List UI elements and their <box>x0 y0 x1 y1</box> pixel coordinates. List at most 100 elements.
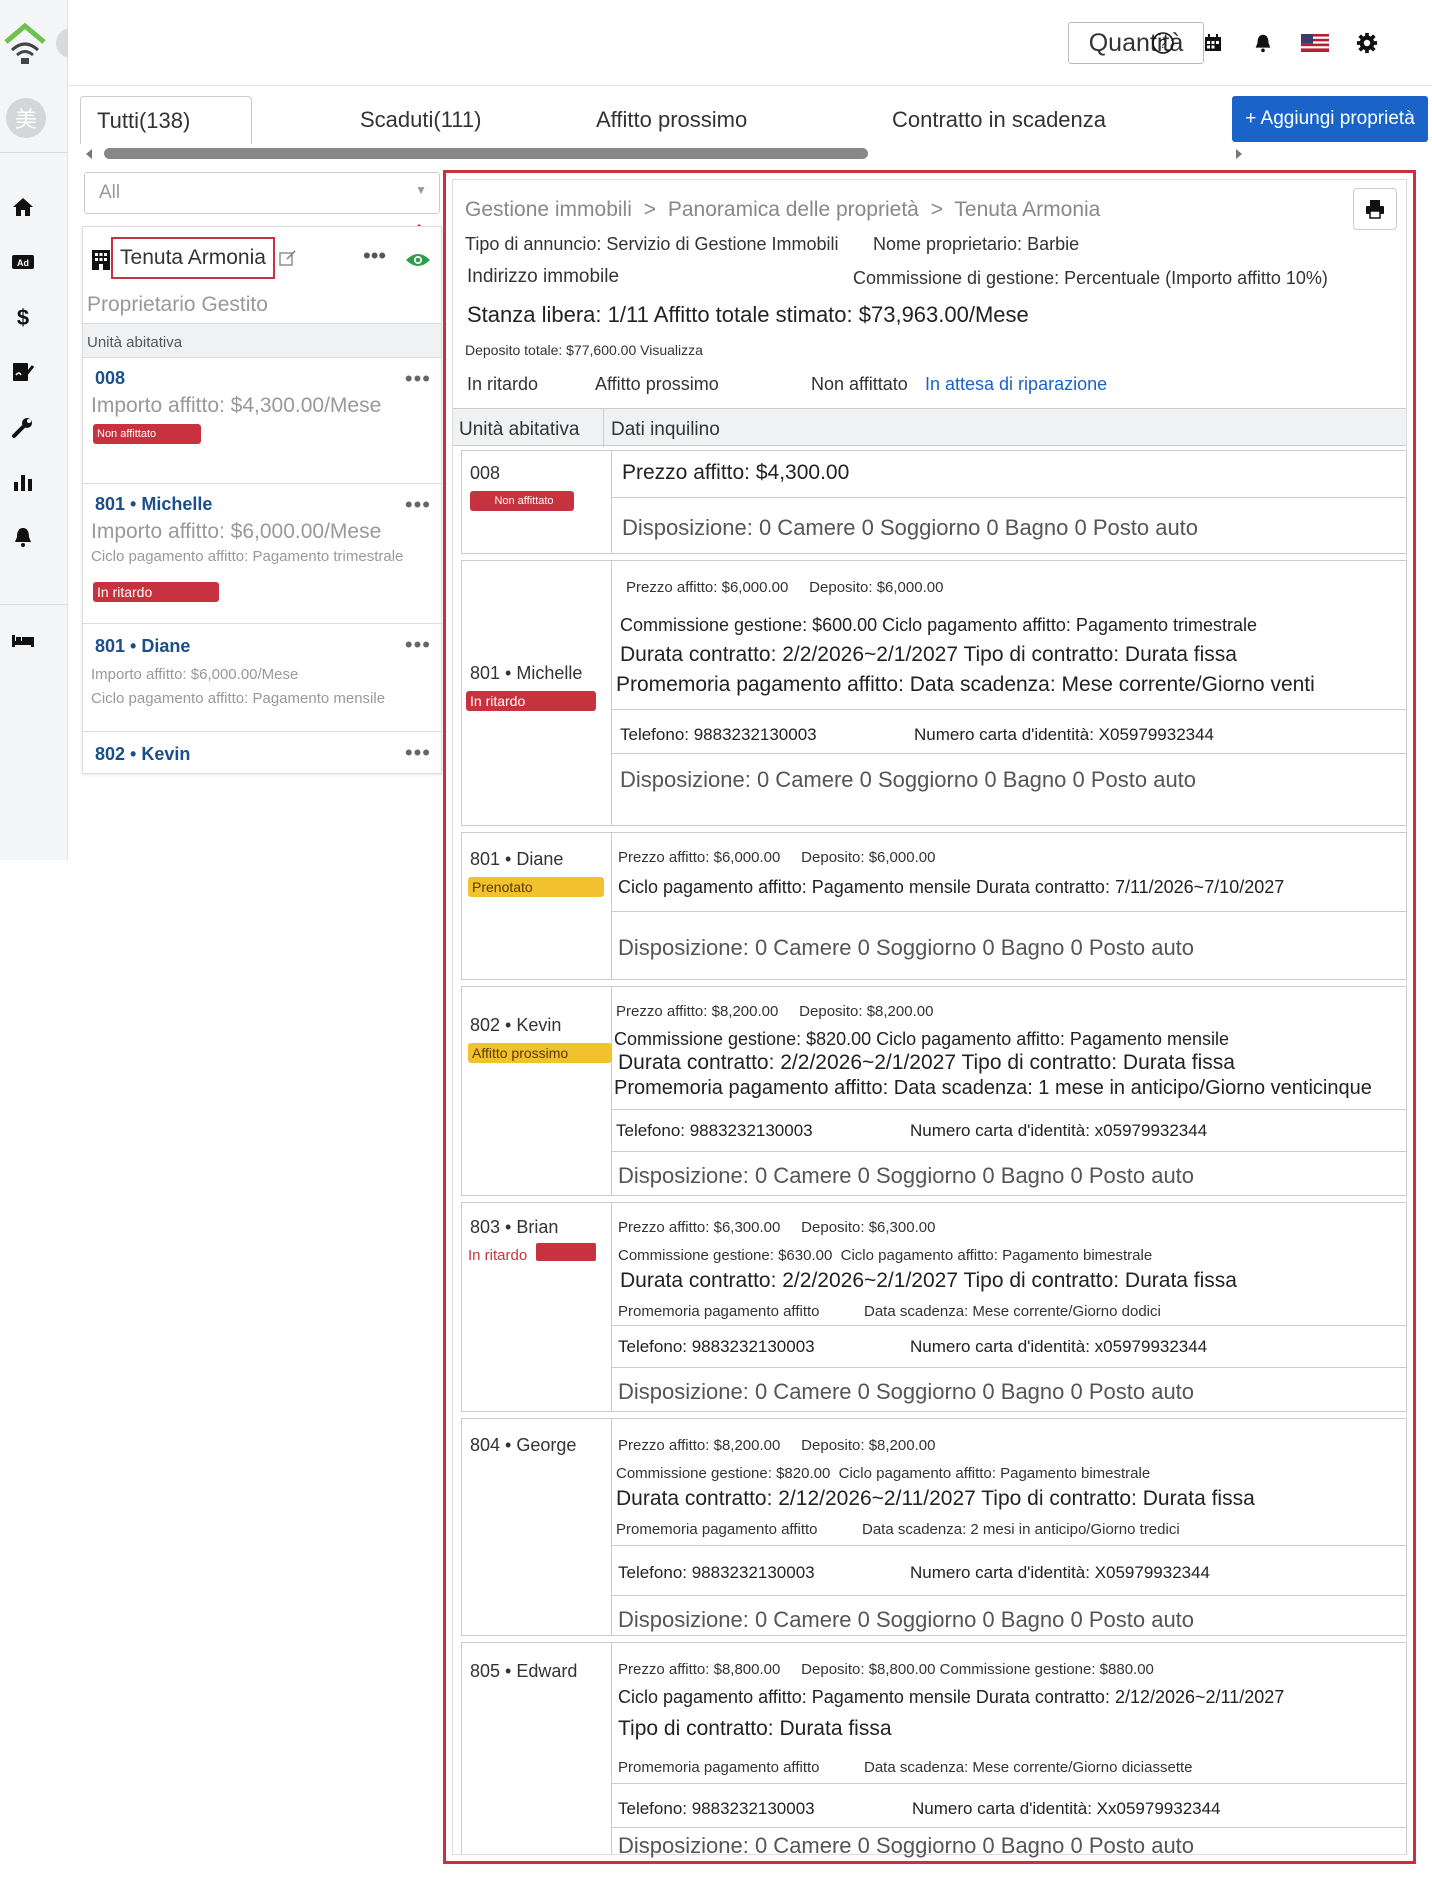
tab-overdue[interactable]: Scaduti(111) <box>360 96 481 144</box>
rent-deposit: Prezzo affitto: $6,300.00 Deposito: $6,3… <box>618 1219 936 1236</box>
contract-duration: Durata contratto: 2/2/2026~2/1/2027 Tipo… <box>618 1051 1235 1074</box>
settings-gear-icon[interactable] <box>1352 28 1382 58</box>
contract-duration: Durata contratto: 2/12/2026~2/11/2027 Ti… <box>616 1487 1255 1510</box>
list-item[interactable]: 802 • Kevin ••• <box>83 731 441 775</box>
horizontal-scrollbar[interactable] <box>84 148 1248 160</box>
calendar-icon[interactable] <box>1198 28 1228 58</box>
dollar-icon[interactable]: $ <box>6 300 40 334</box>
add-property-button[interactable]: + Aggiungi proprietà <box>1232 96 1428 142</box>
filter-not-rented[interactable]: Non affittato <box>811 374 908 395</box>
unit-layout: Disposizione: 0 Camere 0 Soggiorno 0 Bag… <box>618 1379 1195 1404</box>
more-dots-icon[interactable]: ••• <box>405 740 431 766</box>
rent-reminder-due: Data scadenza: Mese corrente/Giorno dodi… <box>864 1303 1161 1320</box>
tab-bar: Tutti(138) Scaduti(111) Affitto prossimo… <box>80 96 1432 146</box>
ad-icon[interactable]: Ad <box>6 245 40 279</box>
status-badge: Non affittato <box>93 424 201 444</box>
tenant-id-number: Numero carta d'identità: Xx05979932344 <box>912 1799 1221 1818</box>
status-badge: In ritardo <box>466 691 596 711</box>
contract-duration: Durata contratto: 2/2/2026~2/1/2027 Tipo… <box>620 643 1237 666</box>
tab-all[interactable]: Tutti(138) <box>80 96 252 144</box>
table-row[interactable]: 805 • Edward Prezzo affitto: $8,800.00 D… <box>461 1642 1407 1858</box>
table-row[interactable]: 802 • Kevin Affitto prossimo Prezzo affi… <box>461 986 1407 1196</box>
tenant-id-number: Numero carta d'identità: X05979932344 <box>910 1563 1211 1582</box>
chart-icon[interactable] <box>6 465 40 499</box>
notification-bell-icon[interactable] <box>1248 28 1278 58</box>
sidebar: › 美 Ad $ <box>0 0 86 860</box>
units-section-label: Unità abitativa <box>83 323 441 357</box>
property-filter-select[interactable]: All ▼ <box>84 172 440 214</box>
table-row[interactable]: 801 • Michelle In ritardo Prezzo affitto… <box>461 560 1407 826</box>
wrench-icon[interactable] <box>6 410 40 444</box>
unit-layout: Disposizione: 0 Camere 0 Soggiorno 0 Bag… <box>622 515 1199 540</box>
breadcrumb-item: Tenuta Armonia <box>954 198 1101 221</box>
unit-name: 801 • Michelle <box>470 663 583 683</box>
eye-icon[interactable] <box>405 251 431 269</box>
rent-deposit: Prezzo affitto: $6,000.00 Deposito: $6,0… <box>626 579 944 596</box>
commission-cycle: Commissione gestione: $630.00 Ciclo paga… <box>618 1247 1153 1264</box>
breadcrumb-item[interactable]: Panoramica delle proprietà <box>668 198 919 221</box>
unit-name: 008 <box>470 463 501 483</box>
home-icon[interactable] <box>6 190 40 224</box>
svg-text:?: ? <box>1159 36 1166 51</box>
commission-cycle: Commissione gestione: $820.00 Ciclo paga… <box>614 1029 1230 1049</box>
rent-reminder-due: Data scadenza: 2 mesi in anticipo/Giorno… <box>862 1521 1180 1538</box>
table-row[interactable]: 008 Non affittato Prezzo affitto: $4,300… <box>461 450 1407 554</box>
rent-deposit: Prezzo affitto: $6,000.00 Deposito: $6,0… <box>618 849 936 866</box>
rent-reminder-label: Promemoria pagamento affitto <box>618 1303 820 1320</box>
unit-cycle: Ciclo pagamento affitto: Pagamento mensi… <box>91 690 386 707</box>
more-dots-icon[interactable]: ••• <box>363 243 386 269</box>
list-item[interactable]: 008 ••• Importo affitto: $4,300.00/Mese … <box>83 357 441 483</box>
table-row[interactable]: 803 • Brian In ritardo Prezzo affitto: $… <box>461 1202 1407 1412</box>
filter-overdue[interactable]: In ritardo <box>467 374 538 395</box>
scroll-thumb[interactable] <box>104 148 868 159</box>
edit-icon[interactable] <box>279 249 297 267</box>
property-name[interactable]: Tenuta Armonia <box>111 237 275 279</box>
list-item[interactable]: 801 • Diane ••• Importo affitto: $6,000.… <box>83 623 441 731</box>
tenant-phone: Telefono: 9883232130003 <box>618 1563 815 1582</box>
rent-reminder-due: Data scadenza: Mese corrente/Giorno dici… <box>864 1759 1193 1776</box>
table-row[interactable]: 804 • George Prezzo affitto: $8,200.00 D… <box>461 1418 1407 1636</box>
status-text: In ritardo <box>468 1247 528 1264</box>
more-dots-icon[interactable]: ••• <box>405 366 431 392</box>
tab-rent-upcoming[interactable]: Affitto prossimo <box>596 96 747 144</box>
filter-rent-upcoming[interactable]: Affitto prossimo <box>595 374 719 395</box>
unit-title: 008 <box>95 368 126 388</box>
total-deposit[interactable]: Deposito totale: $77,600.00 Visualizza <box>465 342 703 358</box>
rent-cycle-duration: Ciclo pagamento affitto: Pagamento mensi… <box>618 1687 1285 1707</box>
sign-icon[interactable] <box>6 355 40 389</box>
unit-layout: Disposizione: 0 Camere 0 Soggiorno 0 Bag… <box>618 1163 1195 1188</box>
breadcrumb-item[interactable]: Gestione immobili <box>465 198 632 221</box>
list-item[interactable]: 801 • Michelle ••• Importo affitto: $6,0… <box>83 483 441 623</box>
us-flag-icon[interactable] <box>1298 28 1332 58</box>
scroll-right-icon[interactable] <box>1234 148 1244 160</box>
unit-name: 804 • George <box>470 1435 577 1455</box>
printer-icon <box>1366 200 1384 219</box>
filter-awaiting-repair[interactable]: In attesa di riparazione <box>925 374 1107 395</box>
table-row[interactable]: 801 • Diane Prenotato Prezzo affitto: $6… <box>461 832 1407 980</box>
help-icon[interactable]: ? <box>1148 28 1178 58</box>
contract-type: Tipo di contratto: Durata fissa <box>618 1717 892 1740</box>
more-dots-icon[interactable]: ••• <box>405 492 431 518</box>
rent-reminder: Promemoria pagamento affitto: Data scade… <box>614 1077 1372 1099</box>
bed-icon[interactable] <box>6 622 40 656</box>
property-card[interactable]: Tenuta Armonia ••• Proprietario Gestito … <box>82 226 442 774</box>
avatar[interactable]: 美 <box>6 98 46 138</box>
commission-cycle: Commissione gestione: $820.00 Ciclo paga… <box>616 1465 1151 1482</box>
print-button[interactable] <box>1353 188 1397 230</box>
tenant-phone: Telefono: 9883232130003 <box>620 725 817 744</box>
tab-contract-expiring[interactable]: Contratto in scadenza <box>892 96 1106 144</box>
rent-deposit: Prezzo affitto: $8,200.00 Deposito: $8,2… <box>618 1437 936 1454</box>
scroll-left-icon[interactable] <box>84 148 94 160</box>
column-header-tenant: Dati inquilino <box>611 419 720 440</box>
tenant-phone: Telefono: 9883232130003 <box>616 1121 813 1140</box>
rent-cycle-duration: Ciclo pagamento affitto: Pagamento mensi… <box>618 877 1285 897</box>
status-badge: Affitto prossimo <box>468 1043 612 1063</box>
quantity-button[interactable]: Quantità <box>1068 22 1204 64</box>
filter-value: All <box>99 182 121 203</box>
more-dots-icon[interactable]: ••• <box>405 632 431 658</box>
tenant-phone: Telefono: 9883232130003 <box>618 1337 815 1356</box>
bell-icon[interactable] <box>6 520 40 554</box>
building-icon <box>92 250 110 270</box>
unit-name: 801 • Diane <box>470 849 564 869</box>
svg-text:Ad: Ad <box>17 258 29 268</box>
